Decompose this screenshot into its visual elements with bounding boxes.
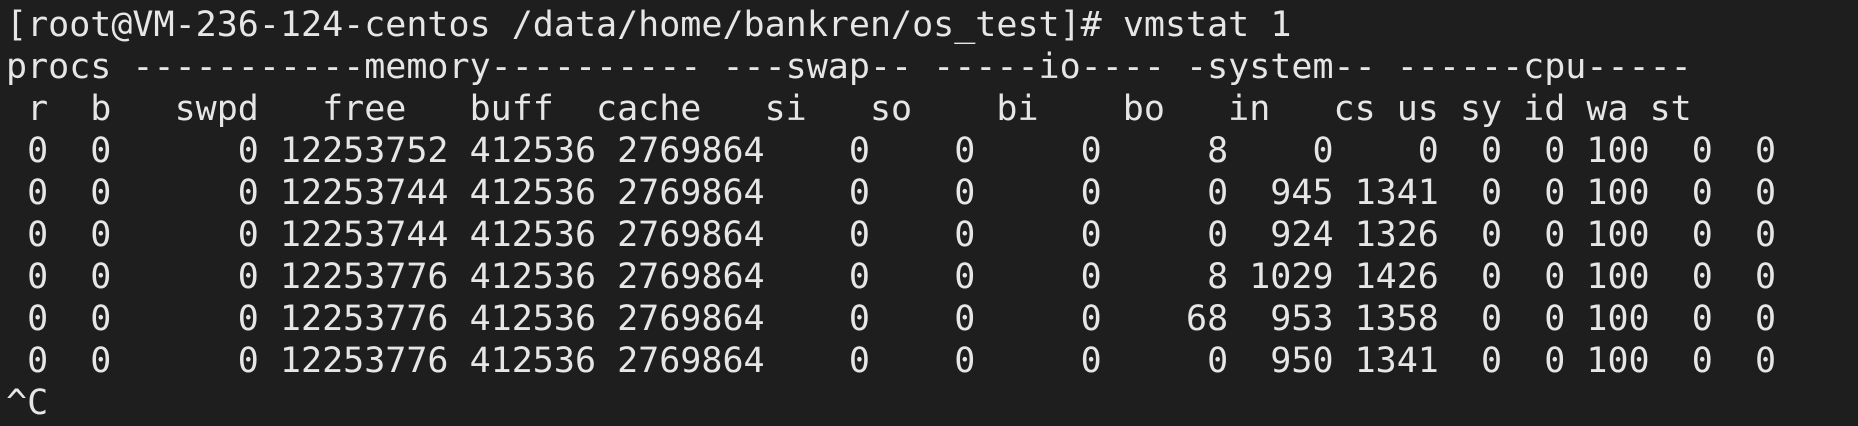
shell-prompt: [root@VM-236-124-centos /data/home/bankr… [6,5,1123,45]
vmstat-header-groups: procs -----------memory---------- ---swa… [6,47,1692,87]
terminal-window[interactable]: [root@VM-236-124-centos /data/home/bankr… [0,0,1858,426]
vmstat-row: 0 0 0 12253752 412536 2769864 0 0 0 8 0 … [6,131,1777,171]
vmstat-row: 0 0 0 12253744 412536 2769864 0 0 0 0 94… [6,173,1777,213]
vmstat-row: 0 0 0 12253744 412536 2769864 0 0 0 0 92… [6,215,1777,255]
vmstat-row: 0 0 0 12253776 412536 2769864 0 0 0 0 95… [6,341,1777,381]
command-line: [root@VM-236-124-centos /data/home/bankr… [6,4,1858,46]
vmstat-row: 0 0 0 12253776 412536 2769864 0 0 0 8 10… [6,257,1777,297]
interrupt-line: ^C [6,383,49,423]
command-text: vmstat 1 [1122,5,1292,45]
vmstat-row: 0 0 0 12253776 412536 2769864 0 0 0 68 9… [6,299,1777,339]
vmstat-header-columns: r b swpd free buff cache si so bi bo in … [6,89,1692,129]
